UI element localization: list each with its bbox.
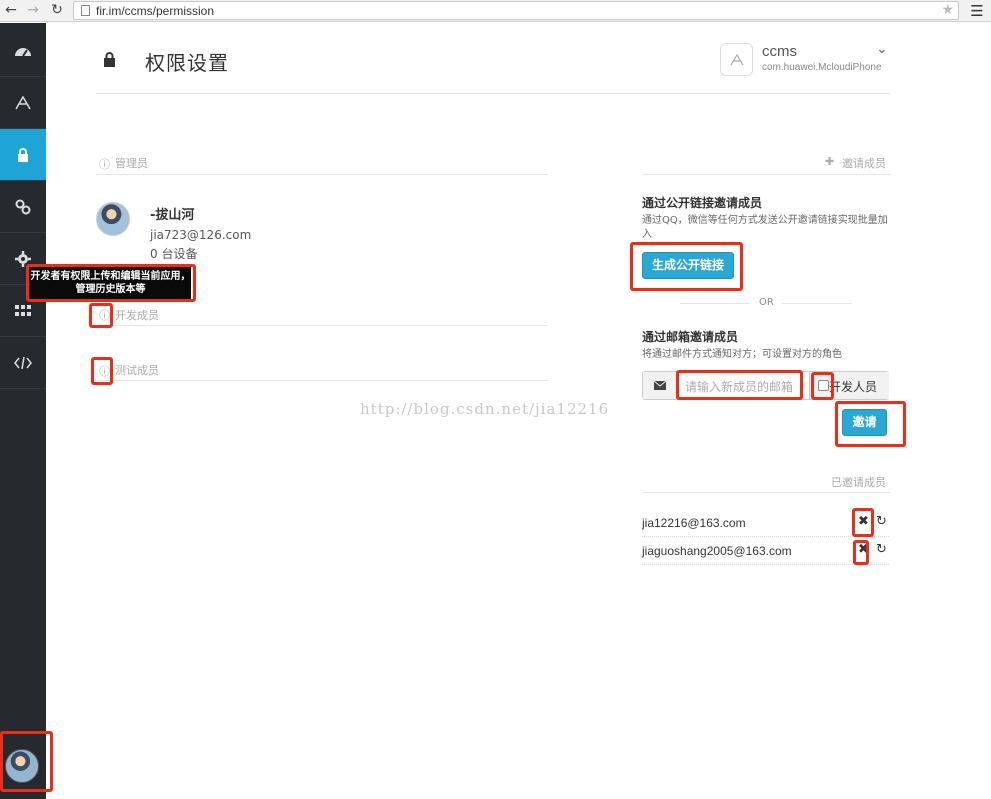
annotation-box — [835, 401, 906, 447]
sidebar — [0, 23, 46, 799]
resend-icon[interactable]: ↻ — [876, 514, 887, 529]
divider — [642, 174, 890, 175]
divider — [96, 174, 548, 175]
app-bundle-id: com.huawei.McloudiPhone — [762, 62, 882, 73]
divider — [96, 380, 548, 381]
back-arrow-icon[interactable]: ← — [3, 2, 19, 19]
sidebar-item-code[interactable] — [0, 337, 46, 389]
reload-icon[interactable]: ↻ — [49, 2, 65, 19]
divider — [642, 492, 890, 493]
app-name: ccms — [762, 43, 797, 60]
bookmark-star-icon[interactable]: ★ — [941, 2, 954, 19]
sidebar-item-links[interactable] — [0, 181, 46, 233]
annotation-box — [853, 540, 869, 565]
admin-section-title: 管理员 — [115, 157, 148, 170]
developer-role-label: 开发人员 — [829, 380, 878, 394]
annotation-box — [676, 370, 803, 400]
lock-icon — [104, 52, 115, 67]
invite-email-description: 将通过邮件方式通知对方；可设置对方的角色 — [642, 349, 842, 360]
annotation-box — [26, 264, 196, 302]
chevron-down-icon[interactable]: ⌄ — [876, 41, 888, 57]
forward-arrow-icon[interactable]: → — [25, 2, 41, 19]
annotation-box — [811, 372, 834, 400]
admin-name: -拔山河 — [150, 208, 195, 223]
link-icon — [15, 199, 31, 214]
divider — [680, 303, 750, 304]
admin-email: jia723@126.com — [150, 228, 252, 242]
url-text: fir.im/ccms/permission — [96, 4, 215, 18]
testers-section-title: 测试成员 — [115, 364, 159, 377]
invite-link-description: 通过QQ，微信等任何方式发送公开邀请链接实现批量加入 — [642, 215, 888, 240]
divider — [782, 303, 852, 304]
browser-menu-icon[interactable]: ☰ — [967, 1, 987, 21]
annotation-box — [91, 357, 113, 385]
developers-section-title: 开发成员 — [115, 309, 159, 322]
grid-icon — [15, 304, 31, 316]
app-store-icon — [15, 95, 31, 109]
dashboard-icon — [15, 47, 31, 57]
code-icon — [14, 356, 32, 369]
annotation-box — [852, 508, 874, 537]
envelope-icon — [643, 372, 677, 399]
info-icon: ⓘ — [99, 158, 110, 171]
annotation-box — [89, 303, 113, 328]
page-icon — [81, 5, 90, 16]
divider — [96, 325, 548, 326]
page-title: 权限设置 — [145, 51, 229, 75]
app-switcher[interactable]: ccms com.huawei.McloudiPhone ⌄ — [720, 41, 890, 81]
address-bar[interactable]: fir.im/ccms/permission ★ — [73, 1, 959, 20]
invited-member-email: jia12216@163.com — [642, 516, 746, 530]
sidebar-item-apps[interactable] — [0, 77, 46, 129]
page-header: 权限设置 ccms com.huawei.McloudiPhone ⌄ — [96, 38, 890, 94]
invite-link-subtitle: 通过公开链接邀请成员 — [642, 196, 763, 210]
or-separator: OR — [759, 297, 774, 308]
resend-icon[interactable]: ↻ — [876, 542, 887, 557]
plus-icon: ✚ — [825, 155, 835, 168]
app-store-icon — [729, 53, 744, 65]
watermark-text: http://blog.csdn.net/jia12216 — [360, 400, 610, 418]
invited-member-email: jiaguoshang2005@163.com — [642, 544, 792, 558]
lock-icon — [18, 147, 28, 162]
invite-section-title: 邀请成员 — [842, 157, 886, 170]
invited-section-title: 已邀请成员 — [831, 476, 886, 489]
admin-device-count: 0 台设备 — [150, 247, 198, 261]
sidebar-item-permission[interactable] — [0, 129, 46, 181]
annotation-box — [630, 242, 743, 291]
sidebar-item-dashboard[interactable] — [0, 25, 46, 77]
annotation-box — [0, 731, 53, 792]
invite-email-subtitle: 通过邮箱邀请成员 — [642, 330, 739, 344]
app-icon — [720, 43, 753, 76]
admin-avatar — [96, 202, 130, 236]
invited-member-row: jiaguoshang2005@163.com ✖ ↻ — [642, 539, 889, 565]
browser-toolbar: ← → ↻ fir.im/ccms/permission ★ ☰ — [0, 0, 991, 22]
